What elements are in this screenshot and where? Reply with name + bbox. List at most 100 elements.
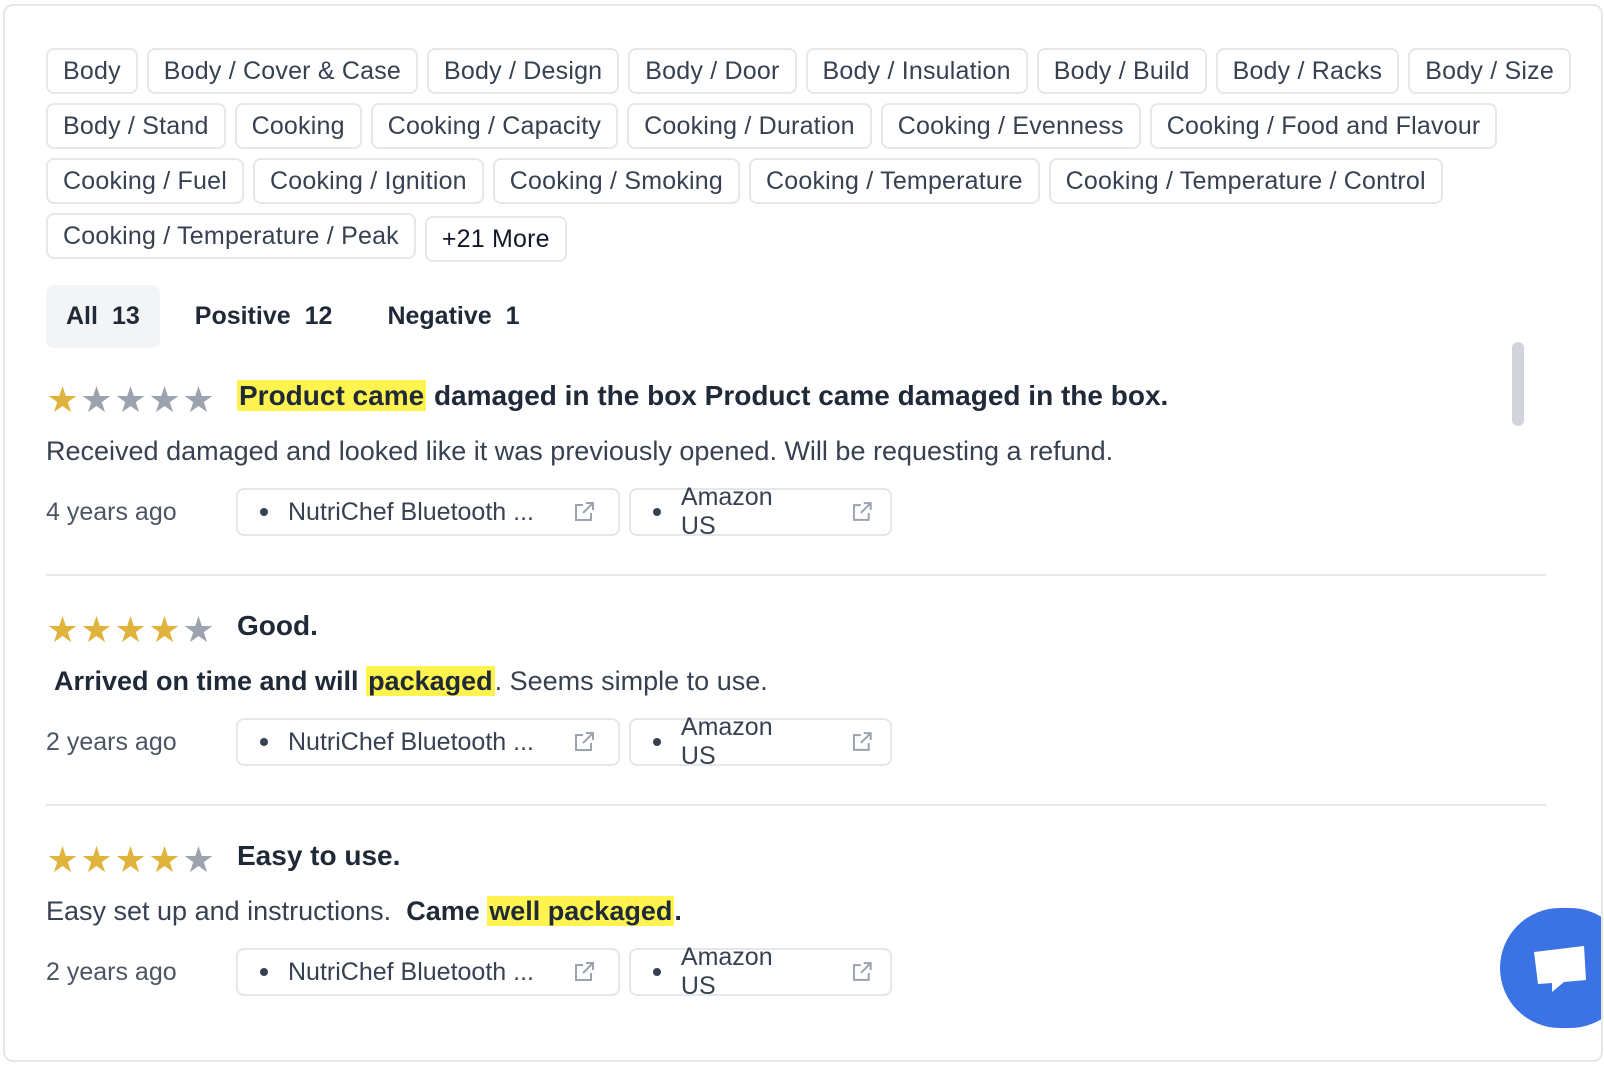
star-icon: ★ bbox=[80, 839, 113, 880]
review-title: Easy to use. bbox=[237, 840, 401, 871]
bullet-icon bbox=[260, 968, 268, 976]
tab-label: All bbox=[66, 302, 98, 330]
review-age: 2 years ago bbox=[46, 727, 177, 756]
tag-cooking-temperature-peak[interactable]: Cooking / Temperature / Peak bbox=[46, 213, 416, 259]
store-link[interactable]: Amazon US bbox=[629, 943, 892, 1000]
tag-body[interactable]: Body bbox=[46, 48, 138, 94]
store-link[interactable]: Amazon US bbox=[629, 483, 892, 540]
tag-cooking-duration[interactable]: Cooking / Duration bbox=[627, 103, 872, 149]
tag-body-racks[interactable]: Body / Racks bbox=[1215, 48, 1400, 94]
body-bold-text: Arrived on time and will bbox=[54, 666, 367, 696]
star-icon: ★ bbox=[114, 839, 147, 880]
star-icon: ★ bbox=[80, 379, 113, 420]
tab-count: 1 bbox=[505, 302, 520, 330]
chat-bubble-icon bbox=[1534, 946, 1586, 992]
external-link-icon bbox=[853, 502, 873, 521]
review-item: ★ ★ ★ ★ ★ Product came damaged in the box Pr… bbox=[46, 346, 1546, 576]
external-link-icon bbox=[574, 732, 594, 751]
review-body: Received damaged and looked like it was … bbox=[46, 436, 1114, 466]
tag-cooking-ignition[interactable]: Cooking / Ignition bbox=[253, 158, 484, 204]
bullet-icon bbox=[653, 508, 661, 516]
star-icon: ★ bbox=[148, 839, 181, 880]
review-body: Easy set up and instructions. Came well … bbox=[46, 896, 682, 927]
body-text: Easy set up and instructions. bbox=[46, 896, 407, 926]
bullet-icon bbox=[260, 738, 268, 746]
review-item: ★ ★ ★ ★ ★ Easy to use. Easy set up and instr… bbox=[46, 806, 1546, 1036]
title-text: damaged in the box Product came damaged … bbox=[426, 380, 1169, 411]
product-link[interactable]: NutriChef Bluetooth ... bbox=[236, 488, 620, 536]
tab-all[interactable]: All 13 bbox=[46, 285, 160, 348]
tab-label: Negative bbox=[387, 302, 492, 330]
bullet-icon bbox=[260, 508, 268, 516]
review-title: Good. bbox=[237, 610, 318, 641]
store-link[interactable]: Amazon US bbox=[629, 713, 892, 770]
tag-body-cover-case[interactable]: Body / Cover & Case bbox=[146, 48, 419, 94]
external-link-icon bbox=[853, 732, 873, 751]
review-meta: 4 years ago NutriChef Bluetooth ... Amaz… bbox=[46, 483, 901, 540]
product-link[interactable]: NutriChef Bluetooth ... bbox=[236, 948, 620, 996]
sentiment-filter-tabs: All 13 Positive 12 Negative 1 bbox=[46, 285, 555, 348]
star-icon: ★ bbox=[114, 609, 147, 650]
tag-body-design[interactable]: Body / Design bbox=[427, 48, 620, 94]
review-item: ★ ★ ★ ★ ★ Good. Arrived on time and will pac… bbox=[46, 576, 1546, 806]
product-name: NutriChef Bluetooth ... bbox=[288, 957, 534, 986]
product-name: NutriChef Bluetooth ... bbox=[288, 727, 534, 756]
tag-body-stand[interactable]: Body / Stand bbox=[46, 103, 226, 149]
star-icon: ★ bbox=[148, 379, 181, 420]
store-name: Amazon US bbox=[680, 483, 773, 540]
star-icon: ★ bbox=[80, 609, 113, 650]
tag-cooking-smoking[interactable]: Cooking / Smoking bbox=[492, 158, 741, 204]
tag-body-size[interactable]: Body / Size bbox=[1408, 48, 1571, 94]
tag-cooking-evenness[interactable]: Cooking / Evenness bbox=[880, 103, 1141, 149]
star-icon: ★ bbox=[46, 839, 79, 880]
tag-cooking-temperature-control[interactable]: Cooking / Temperature / Control bbox=[1048, 158, 1443, 204]
star-icon: ★ bbox=[148, 609, 181, 650]
tag-cooking-temperature[interactable]: Cooking / Temperature bbox=[749, 158, 1040, 204]
tab-count: 13 bbox=[111, 302, 140, 330]
keyword-highlight: packaged bbox=[366, 666, 495, 696]
external-link-icon bbox=[853, 962, 873, 981]
star-icon: ★ bbox=[182, 839, 215, 880]
product-link[interactable]: NutriChef Bluetooth ... bbox=[236, 718, 620, 766]
keyword-highlight: Product came bbox=[237, 380, 427, 411]
tab-count: 12 bbox=[304, 302, 333, 330]
tag-body-insulation[interactable]: Body / Insulation bbox=[805, 48, 1028, 94]
star-icon: ★ bbox=[182, 379, 215, 420]
review-body: Arrived on time and will packaged. Seems… bbox=[54, 666, 768, 697]
tag-cooking-food-flavour[interactable]: Cooking / Food and Flavour bbox=[1149, 103, 1498, 149]
review-meta: 2 years ago NutriChef Bluetooth ... Amaz… bbox=[46, 943, 901, 1000]
star-icon: ★ bbox=[114, 379, 147, 420]
star-rating: ★ ★ ★ ★ ★ bbox=[46, 842, 215, 878]
review-age: 2 years ago bbox=[46, 957, 177, 986]
body-bold-text: Came bbox=[406, 896, 488, 926]
tag-cooking-fuel[interactable]: Cooking / Fuel bbox=[46, 158, 244, 204]
body-bold-text: . bbox=[674, 896, 682, 926]
star-rating: ★ ★ ★ ★ ★ bbox=[46, 382, 215, 418]
star-icon: ★ bbox=[46, 379, 79, 420]
scrollbar-thumb[interactable] bbox=[1512, 342, 1524, 426]
product-name: NutriChef Bluetooth ... bbox=[288, 497, 534, 526]
review-list: ★ ★ ★ ★ ★ Product came damaged in the box Pr… bbox=[46, 346, 1546, 1036]
tag-body-door[interactable]: Body / Door bbox=[628, 48, 797, 94]
tag-body-build[interactable]: Body / Build bbox=[1036, 48, 1207, 94]
review-age: 4 years ago bbox=[46, 497, 177, 526]
star-rating: ★ ★ ★ ★ ★ bbox=[46, 612, 215, 648]
star-icon: ★ bbox=[182, 609, 215, 650]
tag-cooking[interactable]: Cooking bbox=[234, 103, 362, 149]
tag-cooking-capacity[interactable]: Cooking / Capacity bbox=[370, 103, 619, 149]
review-meta: 2 years ago NutriChef Bluetooth ... Amaz… bbox=[46, 713, 901, 770]
review-title: Product came damaged in the box Product … bbox=[237, 380, 1168, 412]
external-link-icon bbox=[574, 962, 594, 981]
tag-row: Body / Stand Cooking Cooking / Capacity … bbox=[46, 103, 1556, 149]
more-tags-button[interactable]: +21 More bbox=[424, 216, 567, 262]
tag-row: Body Body / Cover & Case Body / Design B… bbox=[46, 48, 1571, 94]
star-icon: ★ bbox=[46, 609, 79, 650]
body-text: . Seems simple to use. bbox=[494, 666, 768, 696]
bullet-icon bbox=[653, 738, 661, 746]
tab-positive[interactable]: Positive 12 bbox=[175, 285, 353, 348]
tab-negative[interactable]: Negative 1 bbox=[367, 285, 539, 348]
reviews-panel: Body Body / Cover & Case Body / Design B… bbox=[3, 4, 1603, 1062]
tag-row: Cooking / Fuel Cooking / Ignition Cookin… bbox=[46, 158, 1556, 204]
tab-label: Positive bbox=[194, 302, 291, 330]
store-name: Amazon US bbox=[680, 943, 773, 1000]
